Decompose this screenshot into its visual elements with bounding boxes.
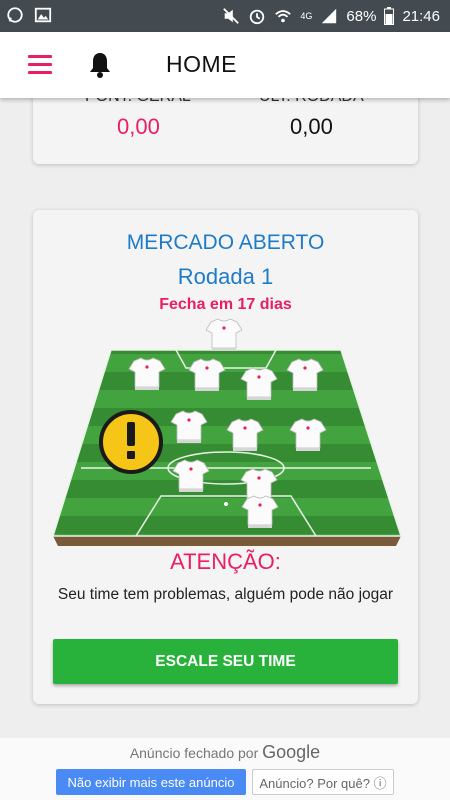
market-closing-time: Fecha em 17 dias: [159, 296, 292, 313]
overall-score-value: 0,00: [117, 114, 160, 139]
gallery-icon: [34, 7, 52, 23]
signal-icon: [322, 8, 337, 24]
exclamation-warning-icon: [99, 410, 163, 474]
page-title: HOME: [166, 51, 237, 77]
battery-percent: 68%: [346, 7, 377, 25]
ad-closed-text: Anúncio fechado por: [129, 745, 259, 761]
status-bar: 4G 68% 21:46: [0, 0, 450, 32]
app-bar: HOME: [0, 32, 450, 98]
market-card: MERCADO ABERTO Rodada 1 Fecha em 17 dias: [33, 210, 418, 704]
bell-icon[interactable]: [88, 51, 112, 79]
warning-title: ATENÇÃO:: [170, 549, 281, 574]
player-shirt-icon: [205, 318, 243, 352]
last-round-value: 0,00: [290, 114, 333, 139]
hamburger-menu-icon[interactable]: [28, 55, 52, 75]
pick-team-button[interactable]: ESCALE SEU TIME: [53, 639, 398, 684]
alarm-icon: [250, 9, 265, 25]
round-number: Rodada 1: [177, 264, 274, 289]
clock: 21:46: [402, 7, 440, 25]
battery-icon: [384, 7, 395, 25]
whatsapp-icon: [7, 7, 23, 23]
google-logo: Google: [262, 742, 321, 762]
mute-vibrate-icon: [223, 8, 240, 24]
football-field-illustration: [51, 318, 401, 546]
network-type: 4G: [300, 11, 313, 21]
market-status: MERCADO ABERTO: [126, 231, 325, 254]
why-ad-button[interactable]: Anúncio? Por quê? ⓘ: [252, 769, 394, 795]
wifi-icon: [275, 10, 292, 23]
warning-message: Seu time tem problemas, alguém pode não …: [57, 586, 394, 603]
hide-ad-button[interactable]: Não exibir mais este anúncio: [56, 769, 246, 795]
ad-banner: Anúncio fechado por Google Não exibir ma…: [0, 738, 450, 800]
ad-closed-notice: Anúncio fechado por Google: [0, 742, 450, 763]
